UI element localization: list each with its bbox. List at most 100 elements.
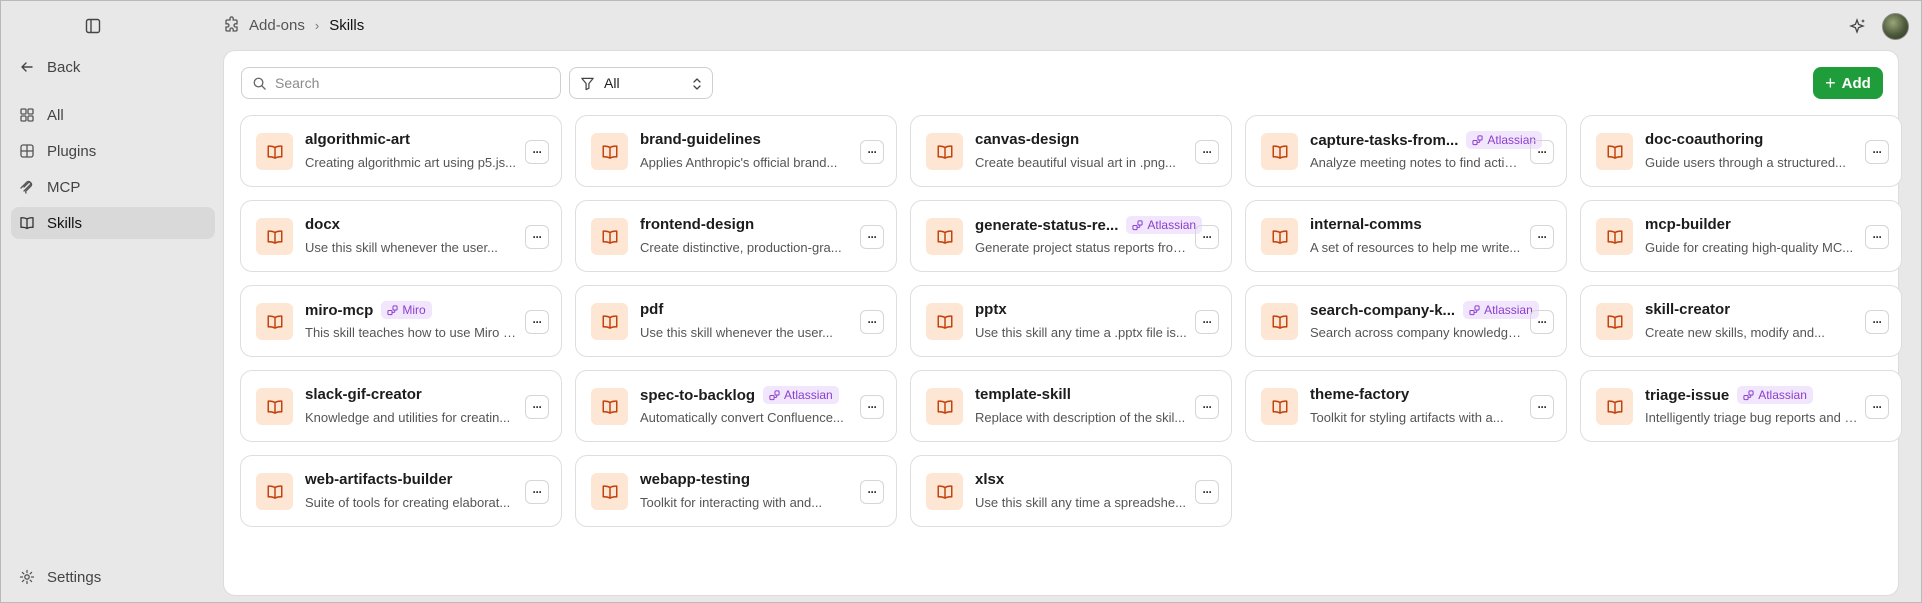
skill-title: theme-factory <box>1310 386 1410 403</box>
add-button[interactable]: + Add <box>1813 67 1883 99</box>
skill-card[interactable]: pdf Use this skill whenever the user... ··… <box>575 285 897 357</box>
skill-icon <box>1596 218 1633 255</box>
skill-description: Creating algorithmic art using p5.js... <box>305 155 516 170</box>
more-options-button[interactable]: ··· <box>1865 140 1889 164</box>
sidebar-item-skills[interactable]: Skills <box>11 207 215 239</box>
skill-card[interactable]: webapp-testing Toolkit for interacting wi… <box>575 455 897 527</box>
connector-icon <box>387 304 398 315</box>
skill-card[interactable]: capture-tasks-from... Atlassian Analyze me… <box>1245 115 1567 187</box>
skill-card[interactable]: search-company-k... Atlassian Search acros… <box>1245 285 1567 357</box>
more-options-button[interactable]: ··· <box>860 225 884 249</box>
search-box[interactable] <box>241 67 561 99</box>
skill-card[interactable]: triage-issue Atlassian Intelligently triag… <box>1580 370 1902 442</box>
skill-card[interactable]: algorithmic-art Creating algorithmic art … <box>240 115 562 187</box>
skill-card[interactable]: spec-to-backlog Atlassian Automatically co… <box>575 370 897 442</box>
ellipsis-icon: ··· <box>1872 315 1883 329</box>
sidebar-item-plugins[interactable]: Plugins <box>11 135 215 167</box>
search-input[interactable] <box>275 75 545 91</box>
ellipsis-icon: ··· <box>532 145 543 159</box>
ellipsis-icon: ··· <box>1537 230 1548 244</box>
skill-title: template-skill <box>975 386 1071 403</box>
skill-title: pdf <box>640 301 664 318</box>
skill-title-row: spec-to-backlog Atlassian <box>640 386 839 404</box>
skill-description: Create beautiful visual art in .png... <box>975 155 1176 170</box>
more-options-button[interactable]: ··· <box>860 480 884 504</box>
skill-card[interactable]: internal-comms A set of resources to help… <box>1245 200 1567 272</box>
book-icon <box>937 484 952 499</box>
more-options-button[interactable]: ··· <box>1195 480 1219 504</box>
skill-card[interactable]: mcp-builder Guide for creating high-quali… <box>1580 200 1902 272</box>
plugin-icon <box>20 144 34 158</box>
skill-description: Applies Anthropic's official brand... <box>640 155 838 170</box>
more-options-button[interactable]: ··· <box>860 310 884 334</box>
more-options-button[interactable]: ··· <box>1865 225 1889 249</box>
book-icon <box>1272 144 1287 159</box>
skill-card[interactable]: xlsx Use this skill any time a spreadshe.… <box>910 455 1232 527</box>
skill-title-row: template-skill <box>975 386 1071 403</box>
skill-icon <box>1261 388 1298 425</box>
more-options-button[interactable]: ··· <box>1195 395 1219 419</box>
add-label: Add <box>1841 74 1871 92</box>
skill-card[interactable]: canvas-design Create beautiful visual art… <box>910 115 1232 187</box>
skill-card[interactable]: theme-factory Toolkit for styling artifac… <box>1245 370 1567 442</box>
filter-select[interactable]: All <box>569 67 713 99</box>
more-options-button[interactable]: ··· <box>525 225 549 249</box>
settings-button[interactable]: Settings <box>11 561 215 593</box>
sidebar-toggle-icon[interactable] <box>85 18 101 34</box>
more-options-button[interactable]: ··· <box>1865 310 1889 334</box>
more-options-button[interactable]: ··· <box>1530 395 1554 419</box>
sparkle-icon[interactable] <box>1848 17 1868 37</box>
more-options-button[interactable]: ··· <box>525 395 549 419</box>
book-icon <box>937 399 952 414</box>
skills-grid: algorithmic-art Creating algorithmic art … <box>240 115 1902 527</box>
more-options-button[interactable]: ··· <box>1865 395 1889 419</box>
more-options-button[interactable]: ··· <box>1195 140 1219 164</box>
skill-card[interactable]: skill-creator Create new skills, modify a… <box>1580 285 1902 357</box>
ellipsis-icon: ··· <box>1872 230 1883 244</box>
skill-card[interactable]: frontend-design Create distinctive, produ… <box>575 200 897 272</box>
back-button[interactable]: Back <box>11 51 215 83</box>
skill-icon <box>926 218 963 255</box>
book-icon <box>1607 229 1622 244</box>
ellipsis-icon: ··· <box>532 400 543 414</box>
skill-card[interactable]: miro-mcp Miro This skill teaches how to us… <box>240 285 562 357</box>
more-options-button[interactable]: ··· <box>525 140 549 164</box>
skill-card[interactable]: brand-guidelines Applies Anthropic's offi… <box>575 115 897 187</box>
skill-icon <box>256 218 293 255</box>
more-options-button[interactable]: ··· <box>525 310 549 334</box>
skill-card[interactable]: generate-status-re... Atlassian Generate p… <box>910 200 1232 272</box>
skill-card[interactable]: web-artifacts-builder Suite of tools for … <box>240 455 562 527</box>
more-options-button[interactable]: ··· <box>1530 225 1554 249</box>
ellipsis-icon: ··· <box>1202 145 1213 159</box>
skill-icon <box>1261 303 1298 340</box>
ellipsis-icon: ··· <box>532 230 543 244</box>
skill-description: Analyze meeting notes to find action... <box>1310 155 1524 170</box>
skill-description: Create distinctive, production-gra... <box>640 240 842 255</box>
sidebar-item-mcp[interactable]: MCP <box>11 171 215 203</box>
skill-title: brand-guidelines <box>640 131 761 148</box>
more-options-button[interactable]: ··· <box>1195 310 1219 334</box>
more-options-button[interactable]: ··· <box>525 480 549 504</box>
skill-description: Use this skill any time a .pptx file is.… <box>975 325 1187 340</box>
more-options-button[interactable]: ··· <box>1530 140 1554 164</box>
ellipsis-icon: ··· <box>867 485 878 499</box>
skill-card[interactable]: docx Use this skill whenever the user... ·… <box>240 200 562 272</box>
skill-card[interactable]: template-skill Replace with description o… <box>910 370 1232 442</box>
skill-title-row: slack-gif-creator <box>305 386 422 403</box>
skill-title: capture-tasks-from... <box>1310 131 1459 149</box>
more-options-button[interactable]: ··· <box>860 140 884 164</box>
badge-label: Atlassian <box>1484 303 1533 317</box>
skill-card[interactable]: pptx Use this skill any time a .pptx file… <box>910 285 1232 357</box>
ellipsis-icon: ··· <box>867 315 878 329</box>
skill-card[interactable]: slack-gif-creator Knowledge and utilities… <box>240 370 562 442</box>
breadcrumb-addons-link[interactable]: Add-ons <box>249 17 305 34</box>
book-icon <box>1272 229 1287 244</box>
more-options-button[interactable]: ··· <box>860 395 884 419</box>
sidebar-item-all[interactable]: All <box>11 99 215 131</box>
avatar[interactable] <box>1882 13 1909 40</box>
more-options-button[interactable]: ··· <box>1195 225 1219 249</box>
more-options-button[interactable]: ··· <box>1530 310 1554 334</box>
skill-card[interactable]: doc-coauthoring Guide users through a str… <box>1580 115 1902 187</box>
skill-title: mcp-builder <box>1645 216 1731 233</box>
connector-icon <box>1469 304 1480 315</box>
